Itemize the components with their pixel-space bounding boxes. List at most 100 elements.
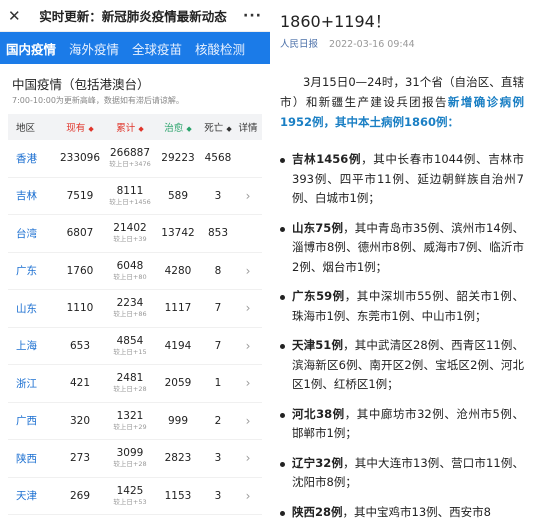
delta-value: 较上日+15: [113, 347, 147, 356]
list-item: 天津51例，其中武清区28例、西青区11例、滨海新区6例、南开区2例、宝坻区2例…: [280, 336, 524, 395]
top-bar: ✕ 实时更新：新冠肺炎疫情最新动态 ···: [0, 0, 270, 32]
delta-value: 较上日+86: [113, 310, 147, 319]
exist-value: 653: [69, 339, 91, 352]
total-value: 3099: [116, 447, 144, 460]
table-row[interactable]: 吉林 7519 8111 较上日+1456 589 3 ›: [8, 178, 262, 215]
exist-value: 1760: [66, 264, 94, 277]
section-title: 中国疫情（包括港澳台）: [12, 77, 150, 92]
delta-value: 较上日+1456: [109, 197, 151, 206]
dead-value: 2: [214, 414, 222, 427]
delta-value: 较上日+28: [113, 460, 147, 469]
list-item: 广东59例，其中深圳市55例、韶关市1例、珠海市1例、东莞市1例、中山市1例；: [280, 287, 524, 326]
list-item: 吉林1456例，其中长春市1044例、吉林市393例、四平市11例、延边朝鲜族自…: [280, 150, 524, 209]
chevron-right-icon[interactable]: ›: [236, 451, 260, 465]
exist-value: 269: [69, 489, 91, 502]
table-row[interactable]: 广东 1760 6048 较上日+80 4280 8 ›: [8, 253, 262, 290]
tab-testing[interactable]: 核酸检测: [195, 39, 245, 58]
exist-value: 320: [69, 414, 91, 427]
delta-value: 较上日+80: [113, 272, 147, 281]
table-row[interactable]: 天津 269 1425 较上日+53 1153 3 ›: [8, 478, 262, 515]
total-value: 2234: [116, 297, 144, 310]
total-value: 2481: [116, 372, 144, 385]
total-value: 21402: [113, 222, 147, 235]
header-cured-label: 治愈: [164, 123, 184, 134]
cured-value: 2059: [164, 377, 192, 390]
cured-value: 4280: [164, 264, 192, 277]
more-icon[interactable]: ···: [240, 8, 262, 24]
table-row[interactable]: 上海 653 4854 较上日+15 4194 7 ›: [8, 328, 262, 365]
total-cell: 6048 较上日+80: [104, 260, 156, 281]
province-count: 天津51例: [292, 338, 344, 352]
cured-value: 29223: [161, 152, 195, 165]
header-dead-label: 死亡: [204, 123, 224, 134]
total-cell: 266887 较上日+3476: [104, 148, 156, 168]
chevron-right-icon[interactable]: ›: [236, 489, 260, 503]
province-count: 广东59例: [292, 289, 345, 303]
chevron-right-icon[interactable]: ›: [236, 414, 260, 428]
region-name: 上海: [16, 340, 37, 353]
article-panel: 1860+1194！ 人民日报 2022-03-16 09:44 3月15日0—…: [270, 0, 540, 523]
chevron-right-icon[interactable]: ›: [236, 339, 260, 353]
dead-value: 4568: [204, 152, 232, 165]
dead-value: 3: [214, 452, 222, 465]
chevron-right-icon[interactable]: ›: [236, 376, 260, 390]
cured-value: 1153: [164, 489, 192, 502]
total-value: 266887: [109, 147, 151, 160]
article-source[interactable]: 人民日报: [280, 39, 318, 50]
table-row[interactable]: 陕西 273 3099 较上日+28 2823 3 ›: [8, 440, 262, 478]
tab-vaccine[interactable]: 全球疫苗: [132, 39, 182, 58]
total-value: 1425: [116, 484, 144, 497]
table-row[interactable]: 山东 1110 2234 较上日+86 1117 7 ›: [8, 290, 262, 328]
table-row[interactable]: 香港 233096 266887 较上日+3476 29223 4568: [8, 140, 262, 178]
exist-value: 233096: [59, 152, 101, 165]
list-item: 山东75例，其中青岛市35例、滨州市14例、淄博市8例、德州市8例、威海市7例、…: [280, 219, 524, 278]
exist-value: 7519: [66, 189, 94, 202]
article-meta: 人民日报 2022-03-16 09:44: [280, 32, 524, 72]
dead-value: 853: [207, 227, 229, 240]
header-cured[interactable]: 治愈 ◆: [156, 120, 200, 134]
table-row[interactable]: 台湾 6807 21402 较上日+39 13742 853: [8, 215, 262, 253]
total-value: 8111: [116, 184, 144, 197]
close-icon[interactable]: ✕: [8, 7, 26, 25]
header-total-label: 累计: [116, 123, 136, 134]
header-total[interactable]: 累计 ◆: [104, 120, 156, 134]
total-value: 4854: [116, 334, 144, 347]
total-cell: 2481 较上日+28: [104, 373, 156, 393]
province-count: 河北38例: [292, 406, 345, 421]
exist-value: 421: [69, 377, 91, 390]
cured-value: 589: [167, 189, 189, 202]
tab-domestic[interactable]: 国内疫情: [6, 39, 56, 58]
header-dead[interactable]: 死亡 ◆: [200, 120, 236, 134]
exist-value: 1110: [66, 302, 94, 315]
total-cell: 8111 较上日+1456: [104, 184, 156, 206]
province-count: 辽宁32例: [292, 455, 344, 470]
dead-value: 3: [214, 489, 222, 502]
chevron-right-icon[interactable]: ›: [236, 301, 260, 315]
total-cell: 21402 较上日+39: [104, 223, 156, 243]
delta-value: 较上日+53: [113, 497, 147, 506]
article-heading: 1860+1194！: [280, 12, 391, 31]
dead-value: 8: [214, 264, 222, 277]
sort-icon: ◆: [226, 125, 232, 133]
table-row[interactable]: 浙江 421 2481 较上日+28 2059 1 ›: [8, 365, 262, 403]
region-name: 天津: [16, 490, 37, 503]
exist-value: 6807: [66, 227, 94, 240]
total-value: 1321: [116, 409, 144, 422]
region-name: 台湾: [16, 227, 37, 240]
delta-value: 较上日+39: [113, 235, 147, 244]
chevron-right-icon[interactable]: ›: [236, 189, 260, 203]
header-detail: 详情: [238, 123, 258, 134]
dead-value: 7: [214, 302, 222, 315]
header-exist[interactable]: 现有 ◆: [56, 120, 104, 134]
cured-value: 2823: [164, 452, 192, 465]
province-detail: ，其中宝鸡市13例、西安市8: [342, 504, 491, 519]
delta-value: 较上日+3476: [109, 160, 151, 169]
region-name: 浙江: [16, 377, 37, 390]
total-cell: 1321 较上日+29: [104, 409, 156, 431]
list-item: 陕西28例，其中宝鸡市13例、西安市8: [280, 503, 524, 523]
tab-overseas[interactable]: 海外疫情: [69, 39, 119, 58]
delta-value: 较上日+29: [113, 422, 147, 431]
table-row[interactable]: 广西 320 1321 较上日+29 999 2 ›: [8, 403, 262, 440]
epidemic-panel: ✕ 实时更新：新冠肺炎疫情最新动态 ··· 国内疫情 海外疫情 全球疫苗 核酸检…: [0, 0, 270, 523]
chevron-right-icon[interactable]: ›: [236, 264, 260, 278]
